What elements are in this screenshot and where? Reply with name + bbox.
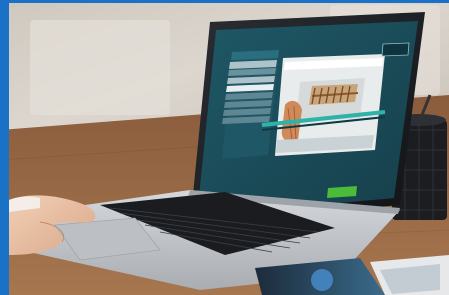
photo-scene xyxy=(0,0,449,295)
frame-border-left xyxy=(0,0,9,295)
scene-illustration xyxy=(0,0,449,295)
screen-brand-logo xyxy=(381,42,410,57)
wall-panel xyxy=(30,20,170,115)
frame-border-top xyxy=(0,0,449,3)
screen-cta-button xyxy=(327,186,357,198)
